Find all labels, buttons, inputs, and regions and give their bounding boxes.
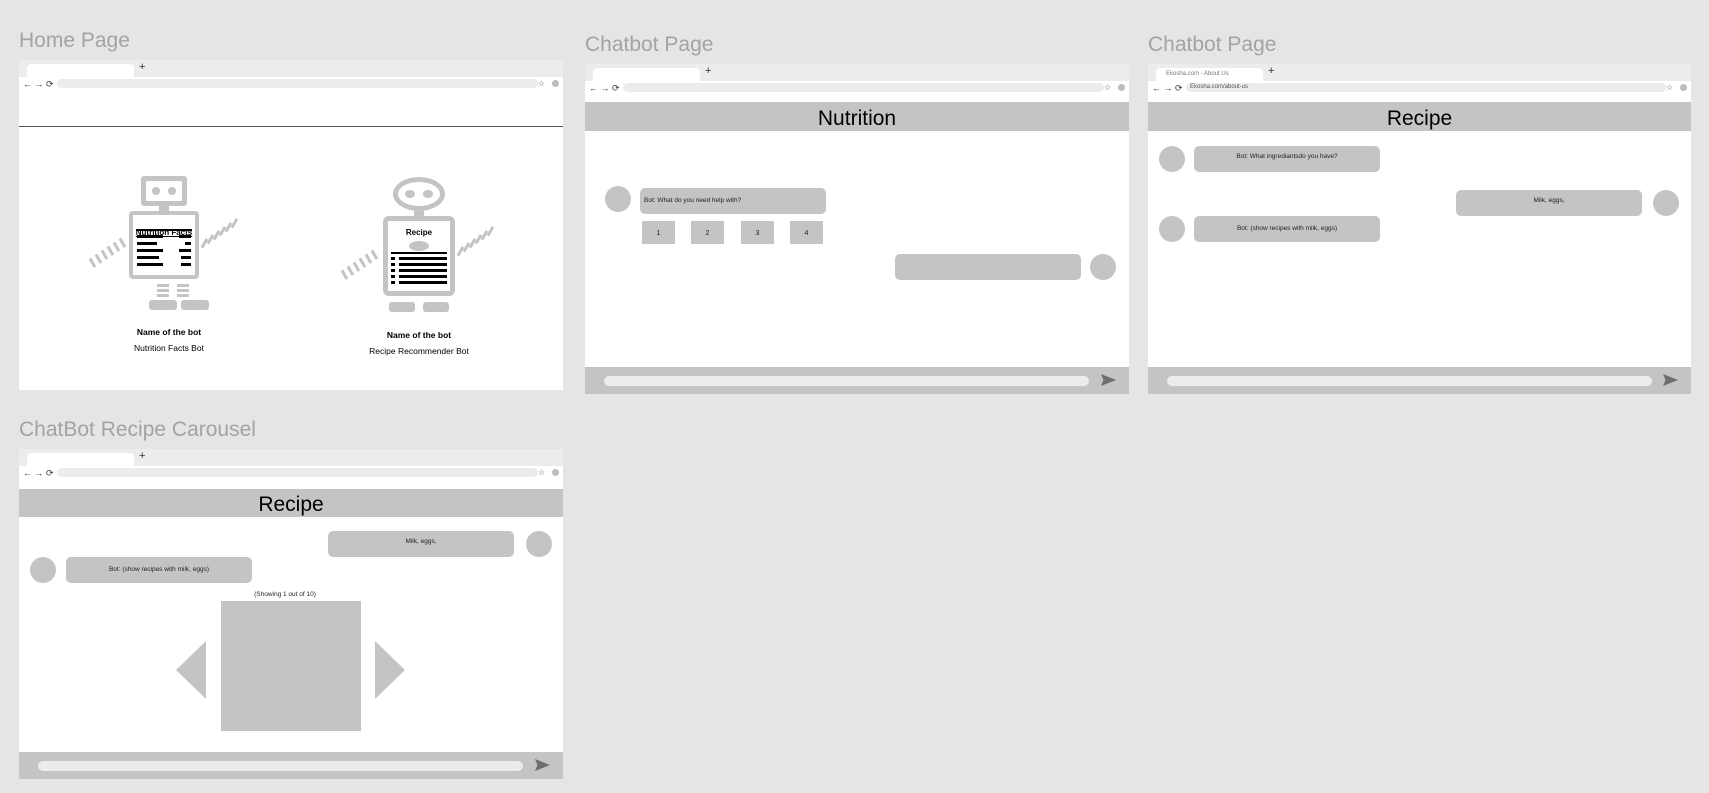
browser-tab[interactable]	[27, 453, 134, 466]
browser-tab[interactable]	[27, 64, 134, 77]
star-icon[interactable]: ☆	[538, 77, 545, 91]
bot-message-bubble: Bot: What do you need help with?	[640, 188, 826, 214]
option-button-2[interactable]: 2	[691, 221, 724, 244]
url-field[interactable]	[57, 468, 538, 477]
browser-tab[interactable]: Ekosha.com - About Us	[1156, 68, 1263, 81]
nav-buttons[interactable]: ← → ⟳	[23, 466, 54, 480]
frame-title-nutrition-chat: Chatbot Page	[585, 33, 714, 56]
url-field[interactable]	[623, 83, 1104, 92]
board-title-nutrition: Nutrition Facts	[135, 228, 193, 237]
tab-strip: +	[19, 449, 563, 466]
nutrition-chat-frame: + ← → ⟳ ☆ Nutrition Bot: What do you nee…	[585, 64, 1129, 394]
user-message-bubble	[895, 254, 1081, 280]
user-message-bubble: Milk, eggs,	[328, 531, 514, 557]
chat-header: Recipe	[19, 489, 563, 517]
address-bar: ← → ⟳ ☆	[19, 466, 563, 480]
option-button-3[interactable]: 3	[741, 221, 774, 244]
user-avatar	[1090, 254, 1116, 280]
star-icon[interactable]: ☆	[1104, 81, 1111, 95]
profile-icon[interactable]	[552, 469, 559, 476]
user-avatar	[1653, 190, 1679, 216]
new-tab-button[interactable]: +	[1268, 65, 1274, 78]
star-icon[interactable]: ☆	[538, 466, 545, 480]
nav-buttons[interactable]: ← → ⟳	[589, 81, 620, 95]
address-bar: ← → ⟳ Ekosha.com/about-us ☆	[1148, 81, 1691, 95]
carousel-frame: + ← → ⟳ ☆ Recipe Milk, eggs, Bot: (show …	[19, 449, 563, 779]
new-tab-button[interactable]: +	[139, 61, 145, 74]
prev-arrow-icon[interactable]	[176, 641, 206, 699]
header-divider	[19, 126, 563, 127]
bot-name-label-2: Name of the bot	[386, 330, 452, 340]
profile-icon[interactable]	[552, 80, 559, 87]
bot-avatar	[605, 186, 631, 212]
address-bar: ← → ⟳ ☆	[585, 81, 1129, 95]
nutrition-robot-icon[interactable]	[89, 174, 249, 324]
recipe-chat-frame: Ekosha.com - About Us + ← → ⟳ Ekosha.com…	[1148, 64, 1691, 394]
bot-avatar	[1159, 146, 1185, 172]
tab-strip: Ekosha.com - About Us +	[1148, 64, 1691, 81]
home-page-frame: + ← → ⟳ ☆ Nutrition Facts Name of the bo…	[19, 60, 563, 390]
url-field[interactable]: Ekosha.com/about-us	[1186, 83, 1666, 92]
message-input[interactable]	[38, 761, 523, 771]
option-button-4[interactable]: 4	[790, 221, 823, 244]
bot-description-1: Nutrition Facts Bot	[134, 343, 204, 353]
tab-strip: +	[585, 64, 1129, 81]
recipe-card-image[interactable]	[221, 601, 361, 731]
url-text: Ekosha.com/about-us	[1190, 84, 1249, 90]
browser-tab[interactable]	[593, 68, 700, 81]
message-input[interactable]	[1167, 376, 1652, 386]
frame-title-home: Home Page	[19, 29, 130, 52]
new-tab-button[interactable]: +	[705, 65, 711, 78]
carousel-counter: (Showing 1 out of 10)	[254, 591, 316, 598]
tab-title: Ekosha.com - About Us	[1166, 71, 1229, 77]
message-input[interactable]	[604, 376, 1089, 386]
bot-avatar-2	[1159, 216, 1185, 242]
bot-message-bubble-2: Bot: (show recipes with milk, eggs)	[1194, 216, 1380, 242]
url-field[interactable]	[57, 79, 538, 88]
new-tab-button[interactable]: +	[139, 450, 145, 463]
profile-icon[interactable]	[1680, 84, 1687, 91]
next-arrow-icon[interactable]	[375, 641, 405, 699]
bot-name-label-1: Name of the bot	[136, 327, 202, 337]
bot-message-bubble: Bot: (show recipes with milk, eggs)	[66, 557, 252, 583]
message-composer	[585, 367, 1129, 394]
message-composer	[1148, 367, 1691, 394]
nav-buttons[interactable]: ← → ⟳	[23, 77, 54, 91]
profile-icon[interactable]	[1118, 84, 1125, 91]
user-avatar	[526, 531, 552, 557]
bot-message-bubble-1: Bot: What ingrediantsdo you have?	[1194, 146, 1380, 172]
board-title-recipe: Recipe	[405, 228, 433, 237]
nav-buttons[interactable]: ← → ⟳	[1152, 81, 1183, 95]
bot-description-2: Recipe Recommender Bot	[369, 346, 469, 356]
tab-strip: +	[19, 60, 563, 77]
send-icon[interactable]	[1099, 372, 1117, 388]
user-message-bubble: Milk, eggs,	[1456, 190, 1642, 216]
send-icon[interactable]	[533, 757, 551, 773]
bot-avatar	[30, 557, 56, 583]
send-icon[interactable]	[1661, 372, 1679, 388]
frame-title-carousel: ChatBot Recipe Carousel	[19, 418, 256, 441]
option-button-1[interactable]: 1	[642, 221, 675, 244]
star-icon[interactable]: ☆	[1666, 81, 1673, 95]
chat-header: Nutrition	[585, 102, 1129, 131]
address-bar: ← → ⟳ ☆	[19, 77, 563, 91]
recipe-robot-icon[interactable]	[339, 174, 499, 324]
chat-header: Recipe	[1148, 102, 1691, 131]
frame-title-recipe-chat: Chatbot Page	[1148, 33, 1277, 56]
message-composer	[19, 752, 563, 779]
